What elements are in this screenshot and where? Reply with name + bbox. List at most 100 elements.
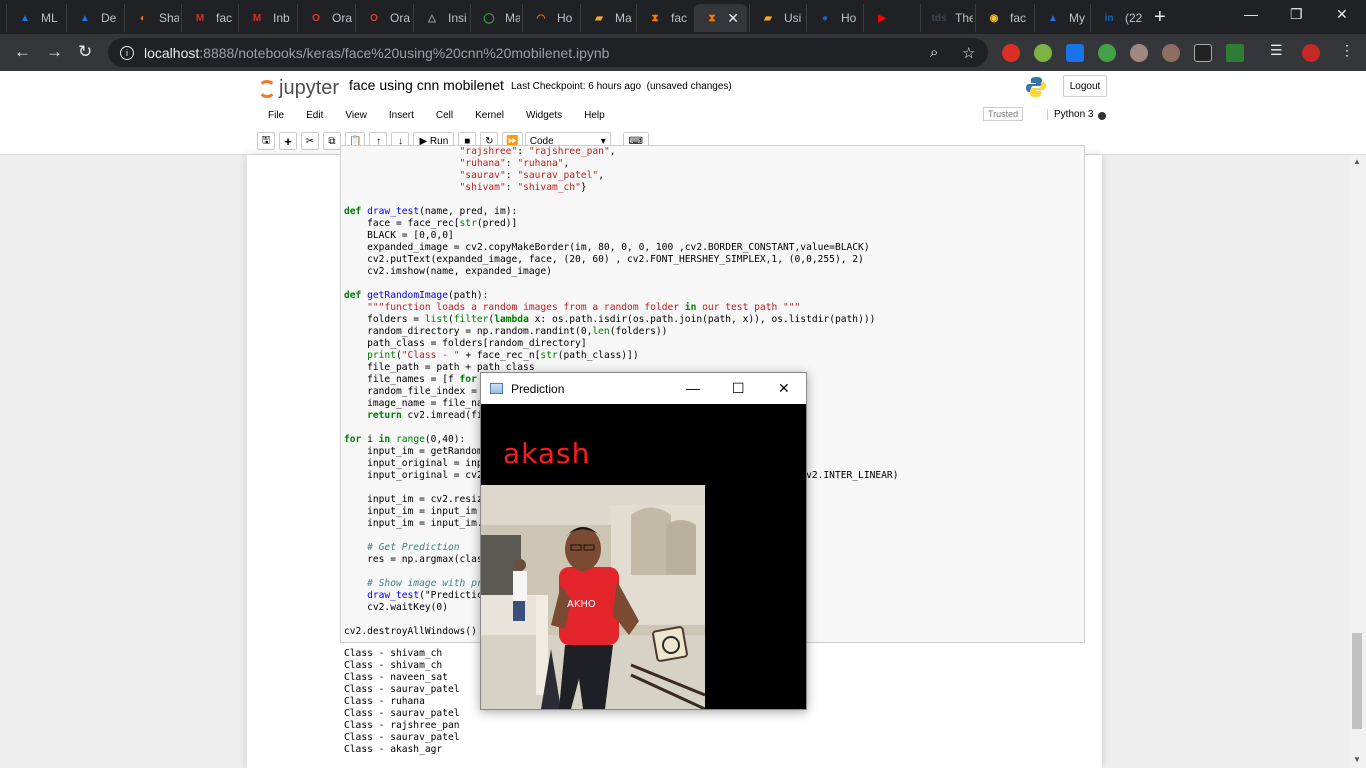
output-line: Class - saurav_patel [344, 732, 460, 743]
browser-tab[interactable]: O Ora [297, 4, 353, 32]
tab-label: Ho [557, 11, 573, 25]
reload-icon[interactable]: ↻ [78, 42, 92, 62]
bookmark-star-icon[interactable]: ☆ [962, 44, 975, 62]
browser-tab[interactable]: ◯ Ma [470, 4, 520, 32]
maximize-icon[interactable]: ☐ [732, 380, 745, 397]
browser-tab[interactable]: ⧗ fac [636, 4, 692, 32]
insert-cell-below-icon[interactable]: + [279, 132, 297, 150]
site-info-icon[interactable]: i [120, 45, 134, 60]
cut-icon[interactable]: ✂ [301, 132, 319, 150]
tab-label: De [101, 11, 117, 25]
menu-item[interactable]: Kernel [475, 110, 504, 121]
code-line: "shivam": "shivam_ch"} [459, 182, 587, 193]
browser-menu-icon[interactable]: ⋮ [1340, 42, 1354, 59]
browser-tab[interactable]: ◐ Sha [124, 4, 179, 32]
output-line: Class - shivam_ch [344, 660, 443, 671]
browser-tab[interactable]: ▲ De [66, 4, 122, 32]
cookie-extension-icon[interactable] [1130, 44, 1148, 62]
menu-item[interactable]: Widgets [526, 110, 562, 121]
browser-tab[interactable]: ▰ Usi [749, 4, 804, 32]
kernel-name[interactable]: Python 3 [1047, 109, 1093, 120]
forward-icon[interactable]: → [46, 42, 63, 62]
browser-tab[interactable]: ▶ [863, 4, 918, 32]
extension-icon[interactable] [1034, 44, 1052, 62]
extension-icon[interactable] [1002, 44, 1020, 62]
restore-window-icon[interactable]: ❐ [1290, 6, 1303, 23]
code-line: "saurav": "saurav_patel", [459, 170, 604, 181]
copy-icon[interactable]: ⧉ [323, 132, 341, 150]
browser-tab[interactable]: ◠ Ho [522, 4, 578, 32]
browser-tab[interactable]: ▲ My [1034, 4, 1088, 32]
ws-extension-icon[interactable] [1226, 44, 1244, 62]
code-line: cv2.imshow(name, expanded_image) [344, 266, 552, 277]
url-path: :8888/notebooks/keras/face%20using%20cnn… [199, 44, 610, 61]
address-bar[interactable]: i localhost:8888/notebooks/keras/face%20… [108, 38, 988, 67]
window-app-icon [490, 383, 503, 394]
browser-tab[interactable]: ⧗ ✕ [694, 4, 747, 32]
close-window-icon[interactable]: ✕ [1336, 6, 1348, 23]
logout-button[interactable]: Logout [1063, 75, 1107, 97]
checkpoint-status: Last Checkpoint: 6 hours ago (unsaved ch… [511, 81, 732, 92]
tab-favicon-icon: ⧗ [708, 12, 716, 24]
scrollbar-thumb[interactable] [1352, 633, 1362, 729]
code-line: path_class = folders[random_directory] [344, 338, 587, 349]
jupyter-header: jupyter face using cnn mobilenet Last Ch… [0, 71, 1366, 155]
browser-tab[interactable]: M Inb [238, 4, 295, 32]
new-tab-icon[interactable]: + [1154, 6, 1166, 29]
profile-avatar[interactable] [1302, 44, 1320, 62]
extension-icon[interactable] [1098, 44, 1116, 62]
zoom-icon[interactable]: ⌕ [930, 44, 938, 61]
trusted-badge[interactable]: Trusted [983, 107, 1024, 121]
tab-label: My [1069, 11, 1085, 25]
output-line: Class - saurav_patel [344, 684, 460, 695]
minimize-icon[interactable]: — [686, 380, 700, 396]
tab-favicon-icon: ▲ [20, 12, 30, 24]
menu-item[interactable]: Help [584, 110, 605, 121]
browser-tab[interactable]: ◉ fac [975, 4, 1032, 32]
tab-label: The [955, 11, 973, 25]
jupyter-logo[interactable]: jupyter [258, 77, 339, 100]
kernel-status-indicator [1098, 112, 1106, 120]
tab-favicon-icon: ▲ [80, 12, 90, 24]
output-line: Class - shivam_ch [344, 648, 443, 659]
tab-favicon-icon: ▰ [764, 12, 772, 24]
close-icon[interactable]: ✕ [778, 380, 790, 397]
menu-item[interactable]: View [345, 110, 367, 121]
code-line: BLACK = [0,0,0] [344, 230, 454, 241]
prediction-window[interactable]: Prediction — ☐ ✕ akash AKHO [480, 372, 807, 710]
browser-tab[interactable]: △ Insi [413, 4, 468, 32]
cookie-extension-icon[interactable] [1162, 44, 1180, 62]
unsaved-indicator: (unsaved changes) [646, 81, 732, 92]
browser-tab[interactable]: ▲ ML [6, 4, 64, 32]
menu-item[interactable]: Edit [306, 110, 323, 121]
notebook-title[interactable]: face using cnn mobilenet [349, 77, 504, 93]
minimize-window-icon[interactable]: — [1244, 6, 1258, 22]
browser-tab[interactable]: Mfac [181, 4, 236, 32]
back-icon[interactable]: ← [14, 42, 31, 62]
scroll-up-icon[interactable]: ▲ [1353, 157, 1361, 166]
code-line: print("Class - " + face_rec_n[str(path_c… [367, 350, 639, 361]
tab-favicon-icon: ◯ [483, 12, 495, 24]
tab-label: Sha [159, 11, 179, 25]
page-scrollbar[interactable]: ▲ ▼ [1349, 155, 1366, 768]
tab-favicon-icon: ▶ [878, 12, 886, 24]
tab-label: Ma [615, 11, 632, 25]
browser-tab[interactable]: ▰ Ma [580, 4, 634, 32]
browser-tab[interactable]: in (22 [1090, 4, 1150, 32]
browser-tab[interactable]: O Ora [355, 4, 411, 32]
tab-label: Inb [273, 11, 290, 25]
menu-item[interactable]: File [268, 110, 284, 121]
media-queue-icon[interactable]: ☰ [1270, 42, 1283, 59]
menu-item[interactable]: Insert [389, 110, 414, 121]
camera-extension-icon[interactable] [1066, 44, 1084, 62]
browser-tab[interactable]: ● Ho [806, 4, 861, 32]
person-photo-illustration: AKHO [481, 485, 705, 709]
cell-output: Class - shivam_ch Class - shivam_ch Class … [344, 648, 460, 756]
tab-close-icon[interactable]: ✕ [727, 10, 739, 27]
prediction-window-titlebar[interactable]: Prediction — ☐ ✕ [481, 373, 806, 404]
scroll-down-icon[interactable]: ▼ [1353, 755, 1361, 764]
menu-item[interactable]: Cell [436, 110, 453, 121]
save-icon[interactable]: 🖫 [257, 132, 275, 150]
browser-tab[interactable]: tds The [920, 4, 973, 32]
extension-icon[interactable] [1194, 44, 1212, 62]
